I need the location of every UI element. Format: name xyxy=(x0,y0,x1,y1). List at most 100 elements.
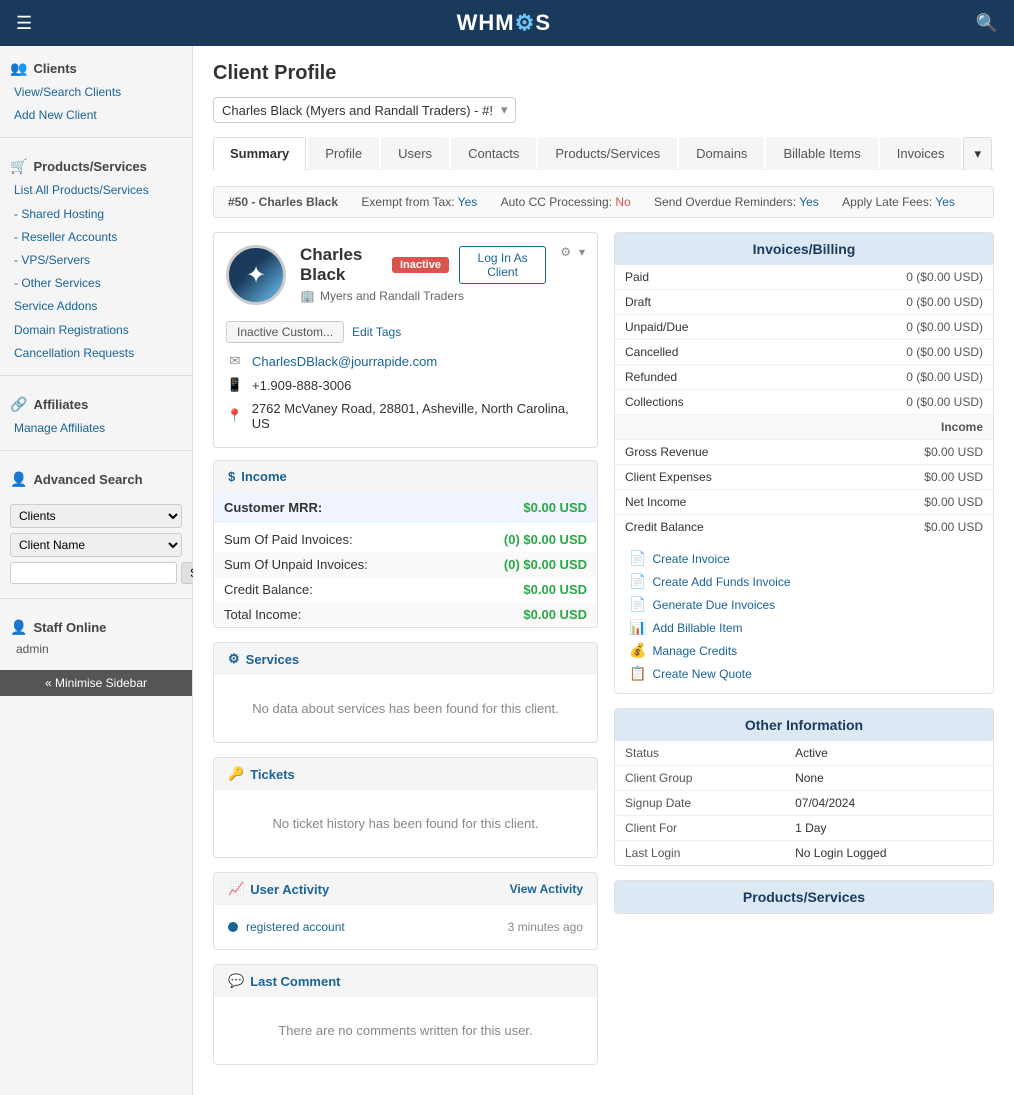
main-content: Client Profile Charles Black (Myers and … xyxy=(193,46,1014,1095)
generate-due-invoices-link[interactable]: 📄 Generate Due Invoices xyxy=(629,593,979,616)
late-fees-link[interactable]: Yes xyxy=(935,195,955,209)
client-actions: ⚙ ▾ xyxy=(560,245,585,259)
services-card-header: ⚙ Services xyxy=(214,643,597,675)
invoices-billing-title: Invoices/Billing xyxy=(615,233,993,265)
sidebar-link-list-products[interactable]: List All Products/Services xyxy=(10,179,182,202)
income-card: $ Income Customer MRR: $0.00 USD Sum Of … xyxy=(213,460,598,628)
tags-row: Inactive Custom... Edit Tags xyxy=(226,321,585,343)
sidebar: 👥 Clients View/Search Clients Add New Cl… xyxy=(0,46,193,1095)
create-new-quote-link[interactable]: 📋 Create New Quote xyxy=(629,662,979,685)
activity-type: registered account xyxy=(246,920,345,934)
email-link[interactable]: CharlesDBlack@jourrapide.com xyxy=(252,354,437,369)
email-icon: ✉ xyxy=(226,353,244,369)
tab-more-button[interactable]: ▾ xyxy=(963,137,992,170)
manage-credits-link[interactable]: 💰 Manage Credits xyxy=(629,639,979,662)
activity-dot xyxy=(228,922,238,932)
sidebar-section-staff: 👤 Staff Online admin xyxy=(0,605,192,660)
tab-contacts[interactable]: Contacts xyxy=(451,137,536,170)
sidebar-link-manage-affiliates[interactable]: Manage Affiliates xyxy=(10,417,182,440)
sidebar-link-cancel-req[interactable]: Cancellation Requests xyxy=(10,342,182,365)
late-fees-label: Apply Late Fees: xyxy=(842,195,932,209)
create-add-funds-link[interactable]: 📄 Create Add Funds Invoice xyxy=(629,570,979,593)
tickets-empty-msg: No ticket history has been found for thi… xyxy=(228,800,583,847)
sidebar-link-vps[interactable]: - VPS/Servers xyxy=(10,249,182,272)
advsearch-type-dropdown[interactable]: Clients Invoices Tickets xyxy=(10,504,182,528)
tab-profile[interactable]: Profile xyxy=(308,137,379,170)
edit-tags-link[interactable]: Edit Tags xyxy=(352,325,401,339)
other-info-label-status: Status xyxy=(615,741,785,766)
minimise-sidebar-button[interactable]: « Minimise Sidebar xyxy=(0,670,192,696)
tab-products-services[interactable]: Products/Services xyxy=(538,137,677,170)
sidebar-link-shared-hosting[interactable]: - Shared Hosting xyxy=(10,203,182,226)
sidebar-link-view-search-clients[interactable]: View/Search Clients xyxy=(10,81,182,104)
login-as-client-button[interactable]: Log In As Client xyxy=(459,246,546,284)
advsearch-input-row: Search xyxy=(10,562,182,584)
view-activity-link[interactable]: View Activity xyxy=(510,882,583,896)
tag-status-button[interactable]: Inactive Custom... xyxy=(226,321,344,343)
activity-row-0: registered account 3 minutes ago xyxy=(228,915,583,939)
staff-name: admin xyxy=(10,640,182,656)
status-client-id: #50 - Charles Black xyxy=(228,195,338,209)
tab-billable-items[interactable]: Billable Items xyxy=(766,137,877,170)
create-invoice-link[interactable]: 📄 Create Invoice xyxy=(629,547,979,570)
tab-summary[interactable]: Summary xyxy=(213,137,306,170)
products-services-title: Products/Services xyxy=(615,881,993,913)
sidebar-title-staff: 👤 Staff Online xyxy=(10,613,182,640)
sidebar-section-affiliates: 🔗 Affiliates Manage Affiliates xyxy=(0,382,192,444)
sidebar-section-clients: 👥 Clients View/Search Clients Add New Cl… xyxy=(0,46,192,131)
client-company: 🏢 Myers and Randall Traders xyxy=(300,289,546,303)
menu-icon[interactable]: ☰ xyxy=(16,13,32,34)
table-row: Signup Date 07/04/2024 xyxy=(615,791,993,816)
activity-time: 3 minutes ago xyxy=(508,920,583,934)
client-header: ✦ Charles Black Inactive Log In As Clien… xyxy=(226,245,585,305)
overdue-link[interactable]: Yes xyxy=(799,195,819,209)
sidebar-link-reseller[interactable]: - Reseller Accounts xyxy=(10,226,182,249)
advsearch-icon: 👤 xyxy=(10,471,27,488)
sidebar-link-domain-reg[interactable]: Domain Registrations xyxy=(10,319,182,342)
products-icon: 🛒 xyxy=(10,158,27,175)
other-info-value-status: Active xyxy=(785,741,993,766)
tab-domains[interactable]: Domains xyxy=(679,137,764,170)
tab-bar: Summary Profile Users Contacts Products/… xyxy=(213,137,994,170)
services-card: ⚙ Services No data about services has be… xyxy=(213,642,598,743)
other-info-label-last-login: Last Login xyxy=(615,841,785,866)
client-name-row: Charles Black Inactive Log In As Client xyxy=(300,245,546,285)
search-icon[interactable]: 🔍 xyxy=(976,13,998,34)
billing-action-links: 📄 Create Invoice 📄 Create Add Funds Invo… xyxy=(615,539,993,693)
table-row: Client Expenses $0.00 USD xyxy=(615,465,993,490)
sidebar-title-products: 🛒 Products/Services xyxy=(10,152,182,179)
tab-users[interactable]: Users xyxy=(381,137,449,170)
tab-invoices[interactable]: Invoices xyxy=(880,137,962,170)
tickets-card: 🔑 Tickets No ticket history has been fou… xyxy=(213,757,598,858)
gear-icon[interactable]: ⚙ xyxy=(560,245,571,259)
client-info: Charles Black Inactive Log In As Client … xyxy=(300,245,546,303)
sidebar-link-service-addons[interactable]: Service Addons xyxy=(10,295,182,318)
billing-value-refunded: 0 ($0.00 USD) xyxy=(813,365,993,390)
manage-credits-icon: 💰 xyxy=(629,642,646,659)
table-row: Collections 0 ($0.00 USD) xyxy=(615,390,993,415)
billing-label-collections: Collections xyxy=(615,390,813,415)
user-activity-body: registered account 3 minutes ago xyxy=(214,905,597,949)
other-info-label-group: Client Group xyxy=(615,766,785,791)
activity-icon: 📈 xyxy=(228,881,244,897)
ticket-icon: 🔑 xyxy=(228,766,244,782)
chevron-down-icon[interactable]: ▾ xyxy=(579,245,585,259)
billing-label-expenses: Client Expenses xyxy=(615,465,813,490)
exempt-tax-link[interactable]: Yes xyxy=(458,195,478,209)
billing-value-collections: 0 ($0.00 USD) xyxy=(813,390,993,415)
avatar: ✦ xyxy=(226,245,286,305)
sidebar-section-products: 🛒 Products/Services List All Products/Se… xyxy=(0,144,192,369)
add-billable-item-link[interactable]: 📊 Add Billable Item xyxy=(629,616,979,639)
billing-label-gross: Gross Revenue xyxy=(615,440,813,465)
sidebar-link-add-new-client[interactable]: Add New Client xyxy=(10,104,182,127)
advsearch-field-dropdown[interactable]: Client Name Email Company xyxy=(10,533,182,557)
sidebar-link-other-services[interactable]: - Other Services xyxy=(10,272,182,295)
auto-cc-link[interactable]: No xyxy=(615,195,630,209)
staff-icon: 👤 xyxy=(10,619,27,636)
dollar-icon: $ xyxy=(228,469,235,484)
other-info-value-client-for: 1 Day xyxy=(785,816,993,841)
table-row: Client Group None xyxy=(615,766,993,791)
client-selector-dropdown[interactable]: Charles Black (Myers and Randall Traders… xyxy=(213,97,516,123)
billing-value-net: $0.00 USD xyxy=(813,490,993,515)
advsearch-input[interactable] xyxy=(10,562,177,584)
